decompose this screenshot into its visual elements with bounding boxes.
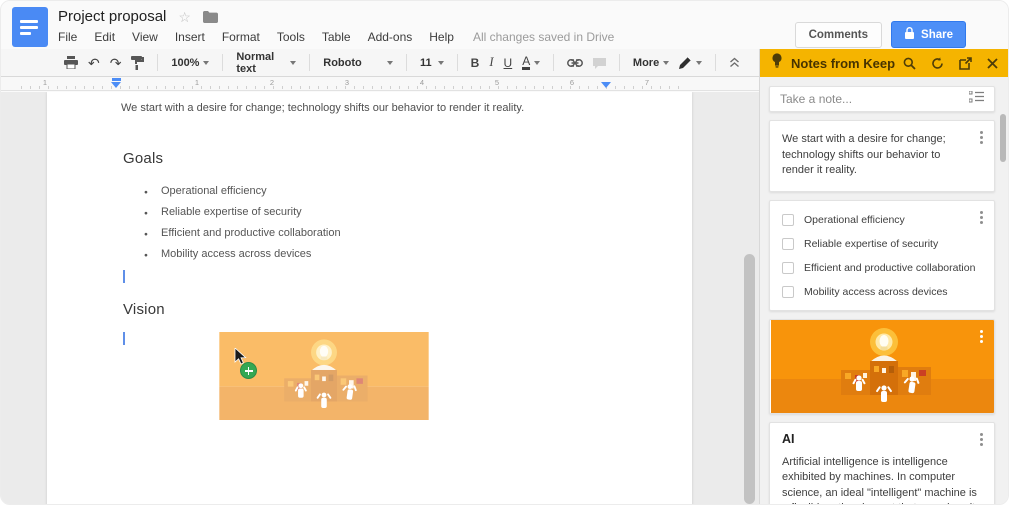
- print-icon[interactable]: [59, 51, 83, 75]
- goals-bullet-list: Operational efficiency Reliable expertis…: [47, 181, 692, 266]
- note-text: We start with a desire for change; techn…: [782, 133, 946, 176]
- app-header: Project proposal ☆ File Edit View Insert…: [1, 1, 1008, 49]
- italic-button[interactable]: I: [484, 51, 498, 75]
- menu-edit[interactable]: Edit: [94, 30, 115, 44]
- keep-notes-list: Take a note... We start with a desire fo…: [760, 77, 1008, 504]
- document-canvas: We start with a desire for change; techn…: [1, 92, 759, 504]
- close-icon[interactable]: [987, 57, 998, 69]
- menu-tools[interactable]: Tools: [277, 30, 305, 44]
- bullet-item: Reliable expertise of security: [47, 202, 692, 224]
- ruler: 1 1 2 3 4 5 6 7: [1, 77, 759, 91]
- paragraph-style-select[interactable]: Normal text: [231, 51, 301, 75]
- share-button[interactable]: Share: [891, 21, 966, 48]
- comments-button[interactable]: Comments: [794, 21, 883, 48]
- checklist-item: Operational efficiency: [782, 208, 982, 232]
- bullet-item: Mobility access across devices: [47, 244, 692, 266]
- bullet-item: Efficient and productive collaboration: [47, 223, 692, 245]
- star-icon[interactable]: ☆: [178, 10, 191, 24]
- undo-icon[interactable]: ↶: [83, 51, 105, 75]
- refresh-icon[interactable]: [931, 56, 944, 70]
- editing-mode-button[interactable]: [674, 51, 707, 75]
- first-line-indent-marker[interactable]: [112, 78, 121, 81]
- note-menu-icon[interactable]: [980, 131, 983, 134]
- keep-note-quote[interactable]: We start with a desire for change; techn…: [769, 120, 995, 192]
- note-text: Artificial intelligence is intelligence …: [782, 455, 981, 505]
- intro-paragraph: We start with a desire for change; techn…: [121, 102, 525, 114]
- bold-button[interactable]: B: [466, 51, 485, 75]
- new-list-icon[interactable]: [968, 90, 984, 108]
- checklist-item: Reliable expertise of security: [782, 232, 982, 256]
- note-menu-icon[interactable]: [980, 329, 983, 333]
- right-indent-marker[interactable]: [601, 82, 611, 88]
- bullet-item: Operational efficiency: [47, 181, 692, 203]
- menu-file[interactable]: File: [58, 30, 77, 44]
- drop-add-icon: [240, 362, 257, 379]
- document-scrollbar[interactable]: [744, 254, 755, 504]
- google-docs-window: Project proposal ☆ File Edit View Insert…: [0, 0, 1009, 505]
- note-menu-icon[interactable]: [980, 432, 983, 436]
- lightbulb-icon: [771, 53, 783, 73]
- keep-panel-title: Notes from Keep: [791, 55, 896, 71]
- mouse-cursor: [234, 347, 264, 384]
- keep-note-checklist[interactable]: Operational efficiency Reliable expertis…: [769, 199, 995, 311]
- font-family-select[interactable]: Roboto: [318, 51, 398, 75]
- text-cursor: [123, 332, 125, 345]
- checkbox[interactable]: [782, 261, 794, 274]
- menu-help[interactable]: Help: [429, 30, 454, 44]
- insert-link-icon[interactable]: [562, 51, 588, 75]
- menubar: File Edit View Insert Format Tools Table…: [58, 30, 614, 44]
- note-title: AI: [782, 431, 795, 446]
- checkbox[interactable]: [782, 237, 794, 250]
- keep-header: Notes from Keep: [760, 49, 1008, 77]
- editor-area: ↶ ↷ 100% Normal text Roboto 11 B I U A M…: [1, 49, 759, 504]
- take-note-placeholder: Take a note...: [780, 92, 853, 106]
- keep-note-ai[interactable]: AI Artificial intelligence is intelligen…: [769, 421, 995, 505]
- menu-format[interactable]: Format: [222, 30, 260, 44]
- docs-logo-icon[interactable]: [12, 7, 48, 47]
- menu-addons[interactable]: Add-ons: [368, 30, 413, 44]
- menu-insert[interactable]: Insert: [175, 30, 205, 44]
- share-label: Share: [921, 28, 953, 41]
- menu-table[interactable]: Table: [322, 30, 351, 44]
- checklist-item: Efficient and productive collaboration: [782, 256, 982, 280]
- keep-scrollbar[interactable]: [1000, 114, 1006, 162]
- redo-icon[interactable]: ↷: [105, 51, 127, 75]
- collapse-toolbar-icon[interactable]: [724, 51, 745, 75]
- vision-heading: Vision: [123, 301, 165, 318]
- zoom-select[interactable]: 100%: [166, 51, 214, 75]
- underline-button[interactable]: U: [499, 51, 518, 75]
- search-icon[interactable]: [903, 57, 916, 70]
- checklist-item: Mobility access across devices: [782, 280, 982, 304]
- keep-note-image[interactable]: [769, 318, 995, 414]
- folder-icon[interactable]: [202, 10, 218, 23]
- document-title[interactable]: Project proposal: [58, 8, 166, 25]
- document-page[interactable]: We start with a desire for change; techn…: [47, 92, 692, 504]
- take-a-note-input[interactable]: Take a note...: [769, 86, 995, 112]
- left-indent-marker[interactable]: [111, 82, 121, 88]
- open-in-new-icon[interactable]: [959, 56, 972, 70]
- goals-heading: Goals: [123, 150, 164, 167]
- paint-format-icon[interactable]: [126, 51, 149, 75]
- text-cursor: [123, 270, 125, 283]
- insert-comment-icon[interactable]: [588, 51, 611, 75]
- format-toolbar: ↶ ↷ 100% Normal text Roboto 11 B I U A M…: [1, 49, 759, 77]
- note-menu-icon[interactable]: [980, 210, 983, 214]
- text-color-button[interactable]: A: [517, 51, 545, 75]
- checkbox[interactable]: [782, 285, 794, 298]
- lock-icon: [904, 27, 915, 42]
- menu-view[interactable]: View: [132, 30, 158, 44]
- checkbox[interactable]: [782, 213, 794, 226]
- font-size-select[interactable]: 11: [415, 51, 449, 75]
- keep-sidebar: Notes from Keep Take a note... We start …: [759, 49, 1008, 504]
- save-status: All changes saved in Drive: [472, 30, 615, 44]
- more-button[interactable]: More: [628, 51, 674, 75]
